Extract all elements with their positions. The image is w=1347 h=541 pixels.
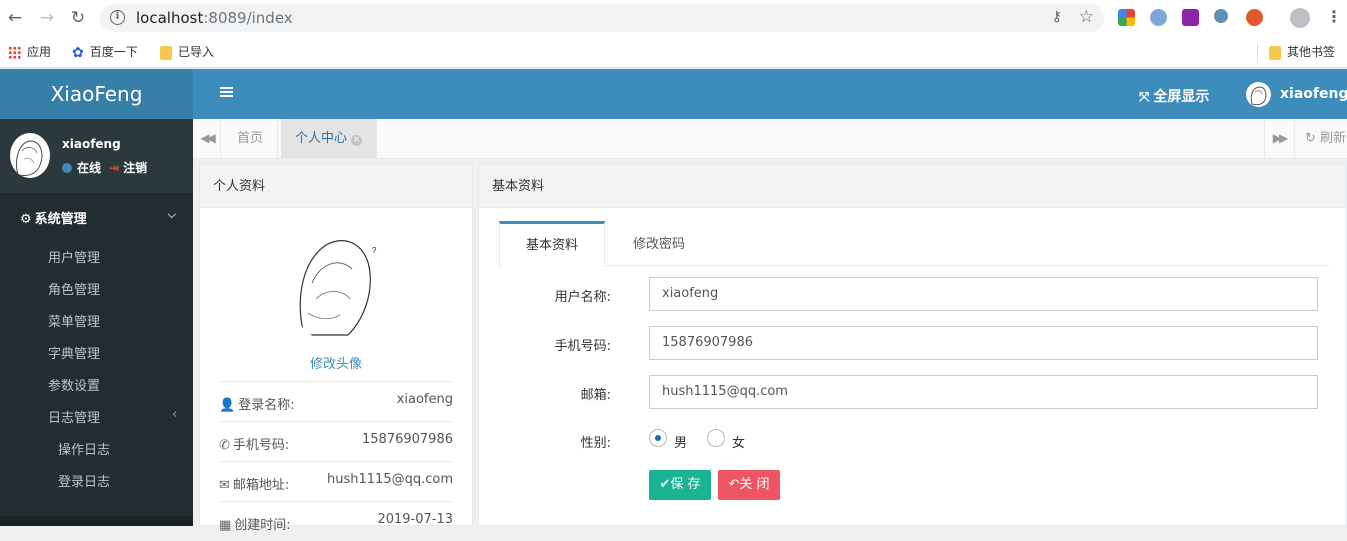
avatar <box>10 133 50 178</box>
expand-icon: ⤧ <box>1139 90 1150 105</box>
envelope-icon: ✉ <box>219 478 230 493</box>
sidebar-item-loginlog[interactable]: 登录日志 <box>58 471 110 490</box>
profile-box: 个人资料 ? ! 修改头像 👤 登录名称: xiaofeng ✆ 手机号码: 158… <box>199 164 473 533</box>
folder-icon <box>160 45 172 60</box>
extension-icon[interactable] <box>1150 9 1167 26</box>
bookmark-other[interactable]: 其他书签 <box>1269 43 1335 61</box>
refresh-button[interactable]: ↻ 刷新 <box>1294 119 1347 158</box>
logout-icon[interactable]: ⇥ <box>109 161 119 175</box>
profile-icon[interactable] <box>1290 8 1310 28</box>
tab-change-password[interactable]: 修改密码 <box>607 221 711 266</box>
tab-home[interactable]: 首页 <box>223 119 279 158</box>
svg-text:?: ? <box>372 246 377 255</box>
back-icon[interactable]: ← <box>4 7 26 29</box>
bookmark-imported[interactable]: 已导入 <box>160 43 214 61</box>
url-text[interactable]: localhost:8089/index <box>136 9 293 27</box>
profile-avatar-image[interactable]: ? ! <box>286 223 386 343</box>
browser-toolbar: ← → ↻ i localhost:8089/index ⚷ ☆ ⋮ <box>0 0 1347 36</box>
bookmark-baidu[interactable]: ✿ 百度一下 <box>72 43 138 61</box>
sidebar-toggle-icon[interactable] <box>220 85 234 103</box>
sidebar-item-users[interactable]: 用户管理 <box>48 247 100 266</box>
address-bar[interactable]: i localhost:8089/index ⚷ ☆ <box>100 4 1104 32</box>
profile-box-title: 个人资料 <box>200 165 472 208</box>
sidebar-item-oplog[interactable]: 操作日志 <box>58 439 110 458</box>
sidebar: xiaofeng 在线 ⇥ 注销 ⚙ 系统管理 ⌵ 用户管理 角色管理 菜单管理 字典管… <box>0 119 193 526</box>
chevron-down-icon: ⌵ <box>167 208 176 221</box>
phone-label: 手机号码: <box>554 339 611 354</box>
logout-link[interactable]: 注销 <box>123 161 147 175</box>
user-status: 在线 ⇥ 注销 <box>62 159 147 176</box>
phone-icon: ✆ <box>219 438 230 453</box>
sidebar-item-system[interactable]: ⚙ 系统管理 ⌵ <box>20 208 176 227</box>
gender-female-radio[interactable] <box>707 429 725 447</box>
email-field[interactable]: hush1115@qq.com <box>649 375 1318 409</box>
online-dot-icon <box>62 163 72 173</box>
bookmark-apps[interactable]: 应用 <box>8 43 51 61</box>
page-tabs: ◀◀ 首页 个人中心 × ▶▶ ↻ 刷新 <box>193 119 1347 159</box>
tabs-scroll-right-icon[interactable]: ▶▶ <box>1264 119 1293 158</box>
gender-male-label[interactable]: 男 <box>674 432 687 451</box>
gender-female-label[interactable]: 女 <box>732 432 745 451</box>
bookmark-star-icon[interactable]: ☆ <box>1079 7 1094 27</box>
sidebar-footer <box>0 516 193 526</box>
reload-icon[interactable]: ↻ <box>67 7 89 29</box>
online-label: 在线 <box>77 161 102 175</box>
extension-icon[interactable] <box>1246 9 1263 26</box>
bookmarks-bar: 应用 ✿ 百度一下 已导入 其他书签 <box>0 36 1347 68</box>
basic-info-title: 基本资料 <box>479 165 1346 208</box>
tab-profile[interactable]: 个人中心 × <box>281 119 378 158</box>
info-row-email: ✉ 邮箱地址: hush1115@qq.com <box>219 461 453 501</box>
change-avatar-link[interactable]: 修改头像 <box>200 353 472 372</box>
check-icon: ✔ <box>659 477 671 492</box>
sidebar-item-logs[interactable]: 日志管理 ‹ <box>48 407 177 426</box>
info-row-created: ▦ 创建时间: 2019-07-13 <box>219 501 453 541</box>
info-row-phone: ✆ 手机号码: 15876907986 <box>219 421 453 461</box>
close-icon[interactable]: × <box>351 135 363 146</box>
tabs-scroll-left-icon[interactable]: ◀◀ <box>193 119 221 158</box>
apps-grid-icon <box>8 46 21 59</box>
baidu-paw-icon: ✿ <box>72 44 84 61</box>
forward-icon[interactable]: → <box>36 7 58 29</box>
gender-male-radio[interactable] <box>649 429 667 447</box>
reply-icon: ↶ <box>728 477 740 492</box>
app-logo[interactable]: XiaoFeng <box>0 69 193 119</box>
email-label: 邮箱: <box>580 388 611 403</box>
bookmarks-divider <box>1257 44 1258 62</box>
info-row-login: 👤 登录名称: xiaofeng <box>219 381 453 421</box>
sidebar-item-dict[interactable]: 字典管理 <box>48 343 100 362</box>
tab-basic-info[interactable]: 基本资料 <box>499 221 606 267</box>
gear-icon: ⚙ <box>20 212 32 227</box>
username-field[interactable]: xiaofeng <box>649 277 1318 311</box>
save-button[interactable]: ✔保 存 <box>649 470 711 500</box>
menu-kebab-icon[interactable]: ⋮ <box>1326 7 1342 26</box>
gender-label: 性别: <box>580 436 611 451</box>
chevron-left-icon: ‹ <box>172 407 178 422</box>
extension-icon[interactable] <box>1182 9 1199 26</box>
sidebar-item-params[interactable]: 参数设置 <box>48 375 100 394</box>
user-panel: xiaofeng 在线 ⇥ 注销 <box>0 119 193 193</box>
avatar[interactable] <box>1246 82 1271 107</box>
sidebar-item-menus[interactable]: 菜单管理 <box>48 311 100 330</box>
app-header: XiaoFeng ⤧ 全屏显示 xiaofeng <box>0 69 1347 119</box>
sidebar-username: xiaofeng <box>62 137 121 151</box>
fullscreen-button[interactable]: ⤧ 全屏显示 <box>1139 86 1209 106</box>
key-icon[interactable]: ⚷ <box>1052 9 1062 25</box>
basic-info-box: 基本资料 基本资料 修改密码 用户名称: xiaofeng 手机号码: 1587… <box>478 164 1347 526</box>
sidebar-item-roles[interactable]: 角色管理 <box>48 279 100 298</box>
close-button[interactable]: ↶关 闭 <box>718 470 780 500</box>
refresh-icon: ↻ <box>1305 131 1316 146</box>
folder-icon <box>1269 45 1281 60</box>
phone-field[interactable]: 15876907986 <box>649 326 1318 360</box>
extension-icon[interactable] <box>1214 9 1228 23</box>
site-info-icon[interactable]: i <box>110 10 125 25</box>
user-icon: 👤 <box>219 398 236 413</box>
basic-info-tabs: 基本资料 修改密码 <box>499 221 1329 267</box>
header-username[interactable]: xiaofeng <box>1280 86 1347 102</box>
extension-icon[interactable] <box>1118 9 1135 26</box>
username-label: 用户名称: <box>554 290 611 305</box>
